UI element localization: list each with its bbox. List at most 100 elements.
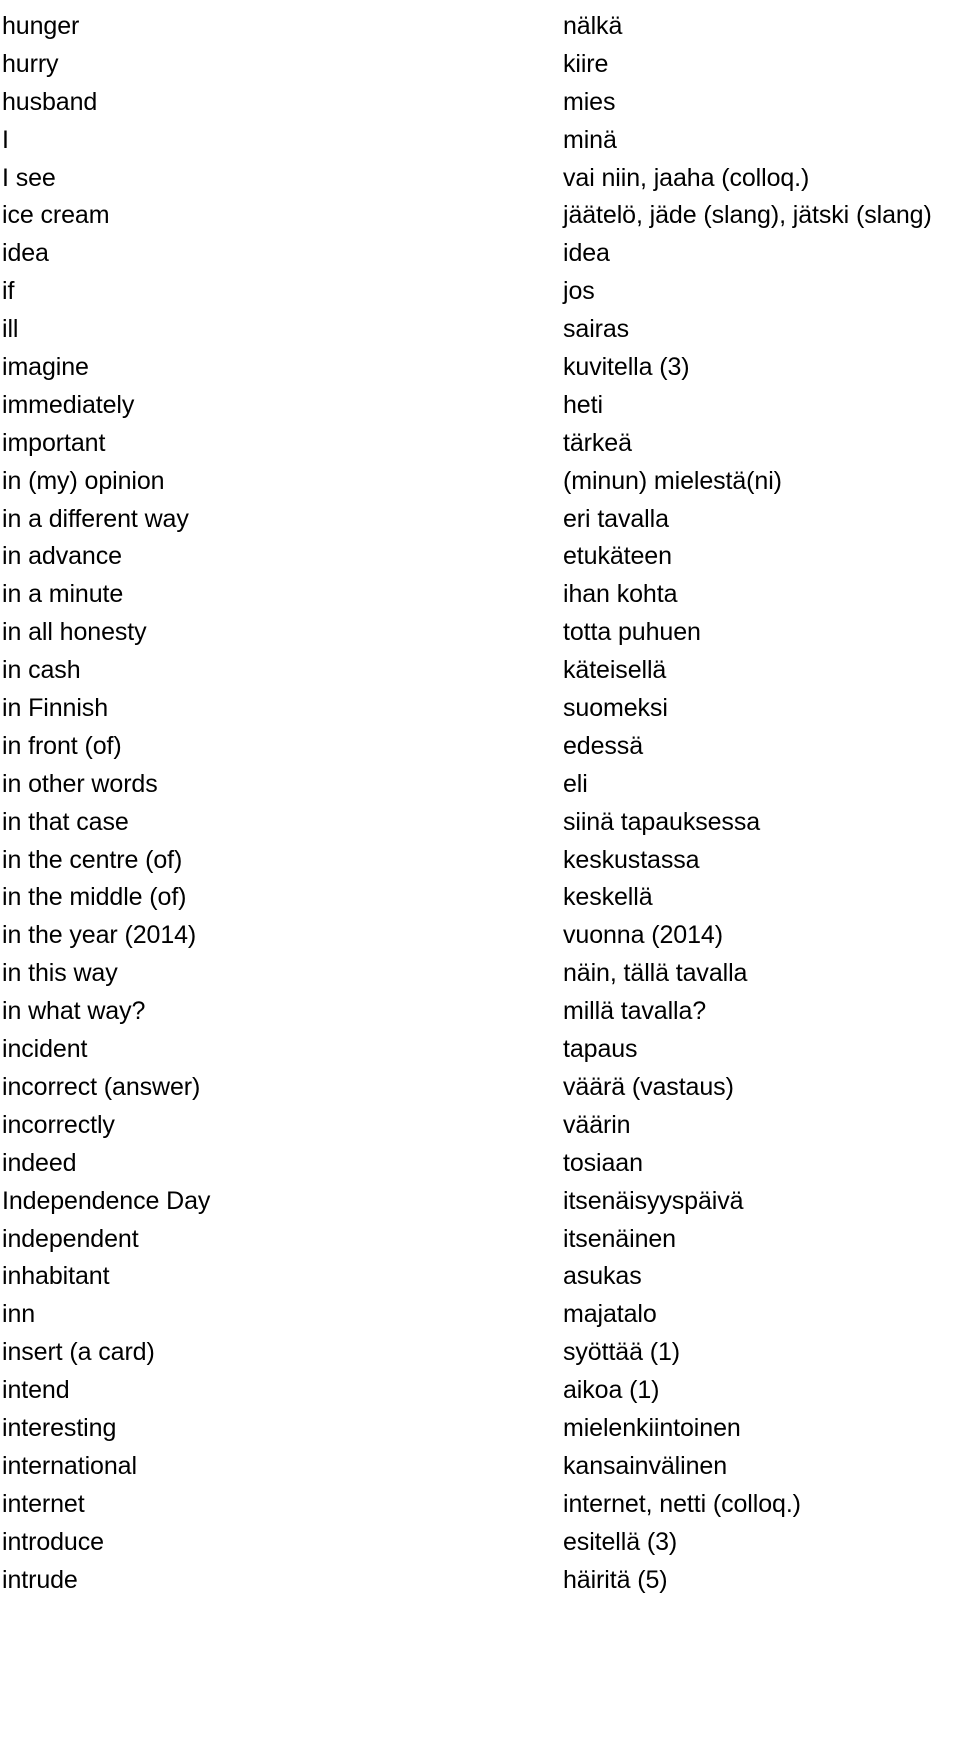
- glossary-term: independent: [2, 1224, 139, 1253]
- glossary-row: in the centre (of) keskustassa: [0, 842, 960, 880]
- glossary-translation: eri tavalla: [563, 504, 669, 533]
- glossary-translation: esitellä (3): [563, 1527, 678, 1556]
- glossary-row: ill sairas: [0, 311, 960, 349]
- glossary-translation: minä: [563, 125, 617, 154]
- glossary-term: introduce: [2, 1527, 104, 1556]
- glossary-translation: itsenäisyyspäivä: [563, 1186, 744, 1215]
- glossary-term: internet: [2, 1489, 85, 1518]
- glossary-translation: (minun) mielestä(ni): [563, 466, 782, 495]
- glossary-term: ill: [2, 315, 19, 344]
- glossary-row: in advance etukäteen: [0, 538, 960, 576]
- glossary-term: incorrectly: [2, 1110, 115, 1139]
- glossary-row: hunger nälkä: [0, 8, 960, 46]
- glossary-translation: idea: [563, 239, 610, 268]
- glossary-row: inhabitant asukas: [0, 1258, 960, 1296]
- glossary-term: if: [2, 277, 15, 306]
- glossary-term: interesting: [2, 1413, 117, 1442]
- glossary-term: in the middle (of): [2, 883, 187, 912]
- glossary-term: in the year (2014): [2, 921, 197, 950]
- glossary-term: international: [2, 1451, 137, 1480]
- glossary-row: ice cream jäätelö, jäde (slang), jätski (…: [0, 197, 960, 235]
- glossary-row: independent itsenäinen: [0, 1221, 960, 1259]
- glossary-translation: totta puhuen: [563, 618, 701, 647]
- glossary-translation: suomeksi: [563, 694, 668, 723]
- glossary-row: idea idea: [0, 235, 960, 273]
- glossary-term: in advance: [2, 542, 122, 571]
- glossary-translation: etukäteen: [563, 542, 672, 571]
- glossary-term: in cash: [2, 656, 81, 685]
- glossary-term: in this way: [2, 959, 118, 988]
- glossary-translation: ihan kohta: [563, 580, 678, 609]
- glossary-translation: kansainvälinen: [563, 1451, 727, 1480]
- glossary-translation: siinä tapauksessa: [563, 807, 761, 836]
- glossary-row: important tärkeä: [0, 425, 960, 463]
- glossary-translation: vai niin, jaaha (colloq.): [563, 163, 810, 192]
- glossary-term: incident: [2, 1035, 88, 1064]
- glossary-term: hunger: [2, 12, 80, 40]
- glossary-term: inn: [2, 1300, 36, 1329]
- glossary-row: in cash käteisellä: [0, 652, 960, 690]
- glossary-translation: keskellä: [563, 883, 653, 912]
- glossary-row: hurry kiire: [0, 46, 960, 84]
- glossary-translation: millä tavalla?: [563, 997, 707, 1026]
- glossary-term: Independence Day: [2, 1186, 211, 1215]
- glossary-term: in all honesty: [2, 618, 147, 647]
- glossary-translation: väärä (vastaus): [563, 1072, 734, 1101]
- glossary-translation: syöttää (1): [563, 1338, 681, 1367]
- glossary-term: idea: [2, 239, 49, 268]
- glossary-term: intend: [2, 1376, 70, 1405]
- glossary-translation: kuvitella (3): [563, 353, 690, 382]
- glossary-term: incorrect (answer): [2, 1072, 201, 1101]
- glossary-translation: näin, tällä tavalla: [563, 959, 748, 988]
- glossary-row: if jos: [0, 273, 960, 311]
- glossary-row: insert (a card) syöttää (1): [0, 1334, 960, 1372]
- glossary-translation: jos: [563, 277, 595, 306]
- glossary-row: in other words eli: [0, 766, 960, 804]
- glossary-term: in what way?: [2, 997, 146, 1026]
- glossary-row: introduce esitellä (3): [0, 1524, 960, 1562]
- glossary-row: in a different way eri tavalla: [0, 501, 960, 539]
- glossary-term: hurry: [2, 49, 59, 78]
- glossary-translation: heti: [563, 390, 603, 419]
- glossary-term: imagine: [2, 353, 89, 382]
- glossary-translation: väärin: [563, 1110, 631, 1139]
- glossary-term: insert (a card): [2, 1338, 155, 1367]
- glossary-term: in that case: [2, 807, 129, 836]
- glossary-term: in (my) opinion: [2, 466, 165, 495]
- glossary-term: important: [2, 428, 106, 457]
- glossary-row: international kansainvälinen: [0, 1448, 960, 1486]
- glossary-term: in a minute: [2, 580, 124, 609]
- glossary-row: internet internet, netti (colloq.): [0, 1486, 960, 1524]
- glossary-row: incorrectly väärin: [0, 1107, 960, 1145]
- glossary-term: in the centre (of): [2, 845, 183, 874]
- glossary-row: in this way näin, tällä tavalla: [0, 955, 960, 993]
- glossary-translation: tärkeä: [563, 428, 632, 457]
- glossary-translation: kiire: [563, 49, 609, 78]
- glossary-row: in front (of) edessä: [0, 728, 960, 766]
- glossary-term: in front (of): [2, 731, 122, 760]
- glossary-term: ice cream: [2, 201, 110, 230]
- glossary-row: in the year (2014) vuonna (2014): [0, 917, 960, 955]
- glossary-row: incident tapaus: [0, 1031, 960, 1069]
- glossary-term: in Finnish: [2, 694, 108, 723]
- glossary-row: in that case siinä tapauksessa: [0, 804, 960, 842]
- glossary-row: inn majatalo: [0, 1296, 960, 1334]
- glossary-term: I: [2, 125, 9, 154]
- glossary-row: in all honesty totta puhuen: [0, 614, 960, 652]
- glossary-row: intrude häiritä (5): [0, 1562, 960, 1600]
- glossary-row: incorrect (answer) väärä (vastaus): [0, 1069, 960, 1107]
- glossary-row: husband mies: [0, 84, 960, 122]
- glossary-translation: itsenäinen: [563, 1224, 676, 1253]
- glossary-row: in a minute ihan kohta: [0, 576, 960, 614]
- glossary-translation: mielenkiintoinen: [563, 1413, 741, 1442]
- glossary-term: immediately: [2, 390, 135, 419]
- glossary-list: hunger nälkä hurry kiire husband mies Iminä I s…: [0, 0, 960, 1753]
- glossary-row: interesting mielenkiintoinen: [0, 1410, 960, 1448]
- glossary-row: intend aikoa (1): [0, 1372, 960, 1410]
- glossary-term: in other words: [2, 769, 158, 798]
- glossary-translation: edessä: [563, 731, 644, 760]
- glossary-translation: tosiaan: [563, 1148, 643, 1177]
- glossary-row: in Finnish suomeksi: [0, 690, 960, 728]
- glossary-translation: aikoa (1): [563, 1376, 660, 1405]
- glossary-translation: vuonna (2014): [563, 921, 723, 950]
